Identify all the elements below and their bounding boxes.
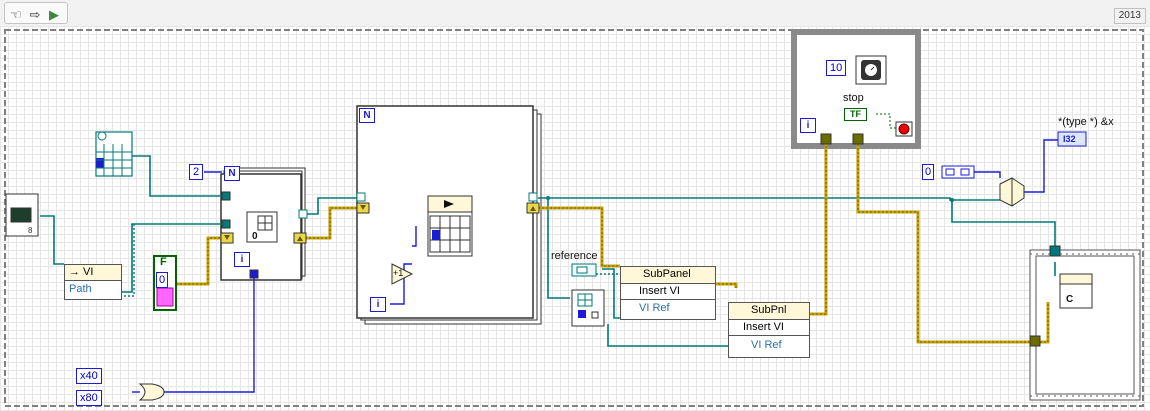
reference-label: reference [551, 250, 598, 262]
or-gate-node[interactable] [138, 383, 165, 401]
diagram-toolbar: ☜ ⇨ ▶ 2013 [0, 0, 1150, 27]
open-vi-path-terminal[interactable]: Path [65, 282, 121, 297]
outer-disable-frame [4, 29, 1144, 407]
subpanel-2-insert-vi-node[interactable]: SubPnl Insert VI VI Ref [728, 302, 810, 358]
hand-icon[interactable]: ☜ [8, 6, 24, 24]
stop-label: stop [843, 92, 864, 104]
wait-ms-constant[interactable]: 10 [826, 60, 847, 76]
zero-right-constant[interactable]: 0 [922, 164, 935, 180]
wait-ms-icon[interactable] [855, 55, 887, 85]
subpanel-2-method-label: Insert VI [729, 320, 809, 336]
zero-numeric-constant[interactable]: 0 [156, 272, 169, 288]
big-loop-iteration-terminal: i [370, 297, 386, 312]
subpanel-method-label: Insert VI [621, 284, 715, 300]
mask-80-constant[interactable]: x80 [76, 390, 102, 406]
vi-reference-constant-icon[interactable]: 8 [5, 193, 39, 237]
diagram-graphics: 8 [4, 29, 1144, 407]
empty-array-constant-icon[interactable] [95, 131, 133, 177]
subpanel-vi-ref-terminal[interactable]: VI Ref [621, 301, 715, 316]
error-wires [176, 140, 1050, 344]
small-loop-iteration-terminal: i [234, 252, 250, 267]
while-loop-iteration-terminal: i [800, 118, 816, 133]
run-vi-icon[interactable]: ▶ [46, 6, 62, 24]
reference-control[interactable] [571, 263, 597, 277]
loop-count-constant[interactable]: 2 [189, 164, 204, 180]
block-diagram-canvas: 8 N i N i i 2 F 0 10 x40 x80 0 0 stop TF… [0, 26, 1150, 411]
array-index-node[interactable] [427, 195, 473, 257]
open-vi-header: → VI [65, 265, 121, 281]
small-loop-count-terminal[interactable]: N [224, 166, 240, 181]
index-zero-constant: 0 [252, 231, 258, 242]
big-loop-count-terminal[interactable]: N [359, 108, 375, 123]
format-node[interactable] [1059, 273, 1093, 309]
subpanel-insert-vi-node[interactable]: SubPanel Insert VI VI Ref [620, 266, 716, 320]
subpanel-2-vi-ref-terminal[interactable]: VI Ref [729, 338, 809, 353]
reference-wires [40, 155, 1056, 347]
bool-false-constant[interactable]: F [160, 256, 167, 268]
array-prim-label: C [1066, 294, 1074, 305]
open-vi-reference-node[interactable]: → VI Path [64, 264, 122, 300]
subpanel-2-header: SubPnl [729, 303, 809, 320]
i32-indicator: I32 [1063, 134, 1076, 144]
unbundle-connector[interactable] [941, 165, 975, 179]
subpanel-header: SubPanel [621, 267, 715, 284]
increment-label: +1 [393, 268, 404, 278]
type-cast-label: *(type *) &x [1058, 116, 1114, 128]
mask-40-constant[interactable]: x40 [76, 368, 102, 384]
select-node[interactable] [999, 177, 1025, 207]
stop-bool-control[interactable]: TF [844, 108, 867, 121]
version-label: 2013 [1113, 8, 1146, 24]
panel-ref-node[interactable] [571, 289, 605, 327]
stop-condition-terminal[interactable] [895, 121, 913, 137]
svg-text:8: 8 [28, 226, 33, 235]
arrow-right-icon[interactable]: ⇨ [27, 6, 43, 24]
execution-toolbar-group: ☜ ⇨ ▶ [4, 2, 68, 24]
